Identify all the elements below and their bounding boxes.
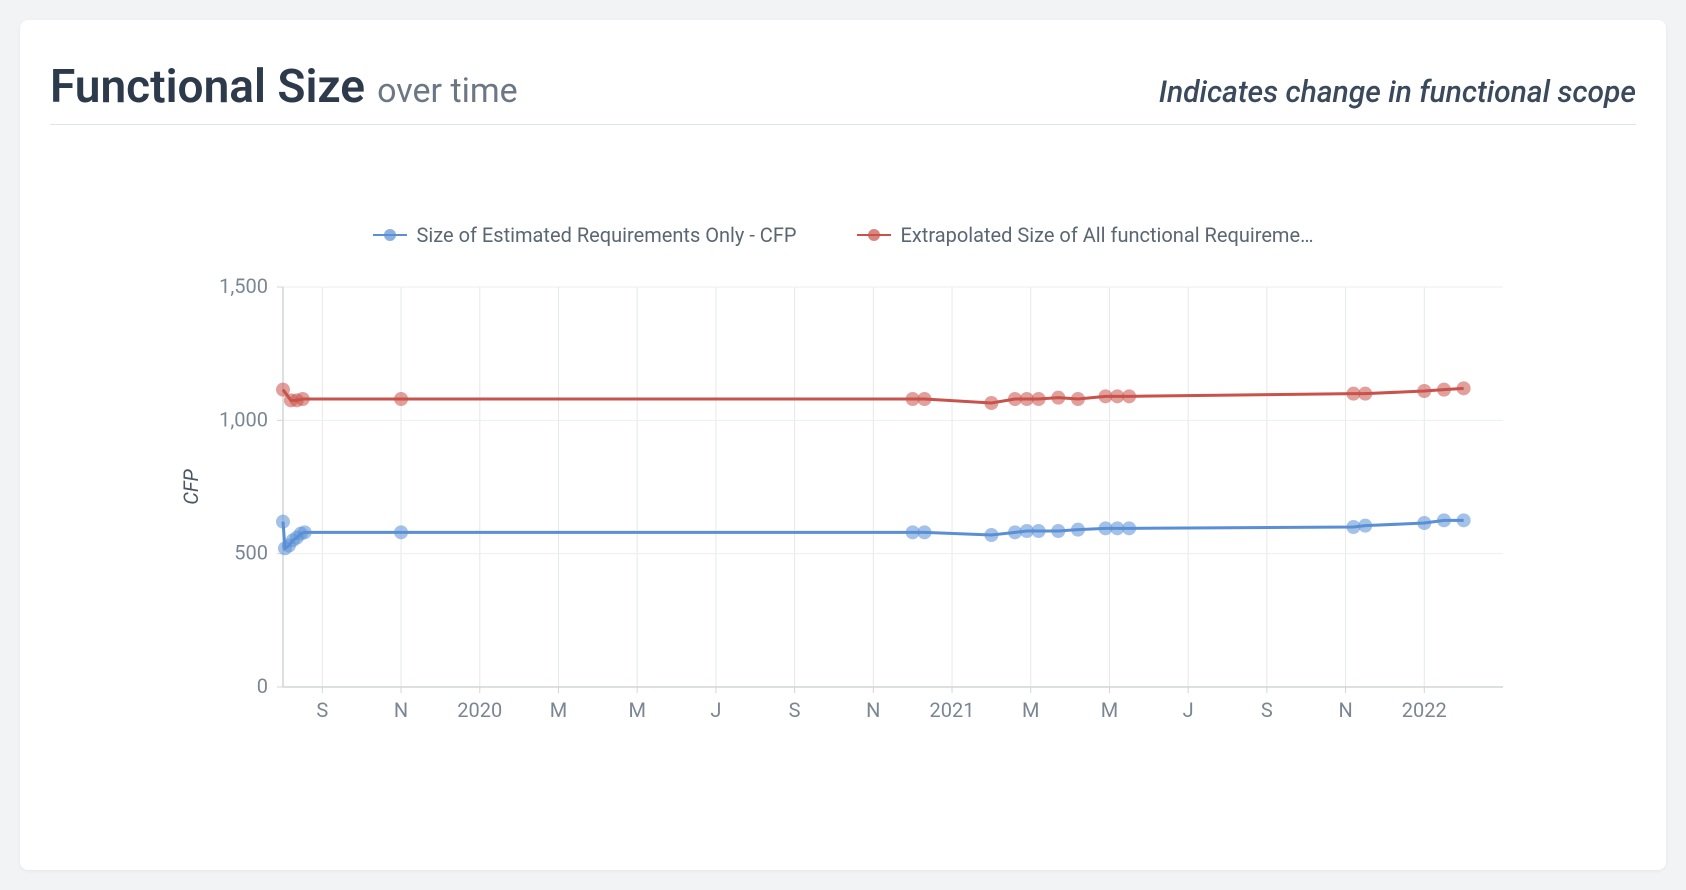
svg-text:2021: 2021 [930,698,975,722]
svg-text:S: S [789,698,801,722]
chart-card: Functional Size over time Indicates chan… [20,20,1666,870]
title-sub: over time [377,71,518,111]
svg-text:0: 0 [257,674,268,698]
svg-text:N: N [1338,698,1352,722]
legend-item-0: Size of Estimated Requirements Only - CF… [373,223,797,247]
chart-area: Size of Estimated Requirements Only - CF… [50,155,1636,815]
svg-text:N: N [866,698,880,722]
header: Functional Size over time Indicates chan… [50,60,1636,125]
subtitle-right: Indicates change in functional scope [1159,75,1636,110]
legend-marker-red [857,230,891,240]
legend-label-0: Size of Estimated Requirements Only - CF… [417,223,797,247]
legend: Size of Estimated Requirements Only - CF… [373,223,1314,247]
svg-text:M: M [1022,698,1039,722]
svg-text:M: M [1101,698,1118,722]
svg-text:S: S [1261,698,1273,722]
legend-marker-blue [373,230,407,240]
svg-text:M: M [550,698,567,722]
svg-text:M: M [628,698,645,722]
svg-text:2022: 2022 [1402,698,1447,722]
line-chart: 0 500 1,000 1,500 S N 2020 M M J S N 2021 M M J S N 2022 CF… [163,267,1523,747]
svg-text:500: 500 [234,541,268,565]
svg-text:J: J [710,698,721,722]
svg-text:1,500: 1,500 [219,274,268,298]
legend-item-1: Extrapolated Size of All functional Requ… [857,223,1314,247]
svg-text:2020: 2020 [457,698,502,722]
svg-text:N: N [394,698,408,722]
svg-text:S: S [316,698,328,722]
title-main: Functional Size [50,60,365,114]
svg-text:CFP: CFP [179,468,203,504]
svg-text:J: J [1183,698,1194,722]
svg-text:1,000: 1,000 [219,407,268,431]
legend-label-1: Extrapolated Size of All functional Requ… [901,223,1314,247]
title-group: Functional Size over time [50,60,518,114]
